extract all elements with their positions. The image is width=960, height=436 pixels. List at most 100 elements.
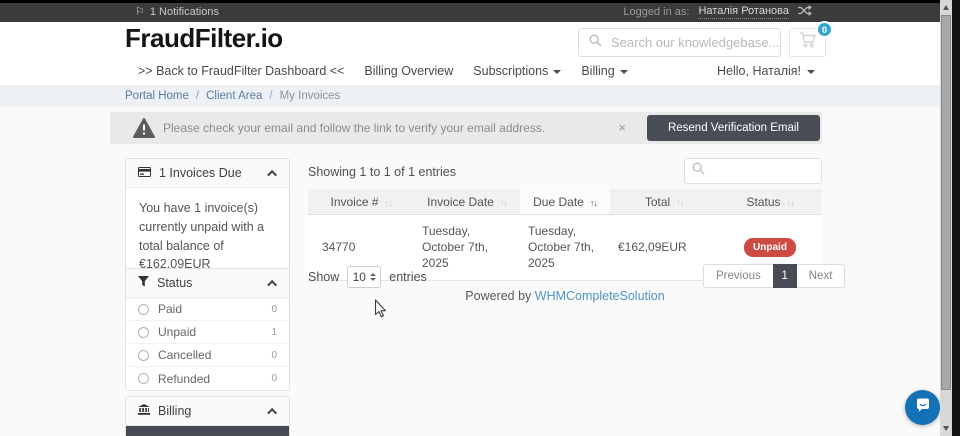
status-option-count: 0 bbox=[271, 304, 277, 315]
column-label: Due Date bbox=[533, 195, 584, 209]
main-nav: >> Back to FraudFilter Dashboard << Bill… bbox=[138, 64, 628, 78]
logged-in-user-link[interactable]: Наталія Ротанова bbox=[698, 5, 789, 19]
user-menu-label: Hello, Наталія! bbox=[717, 64, 801, 78]
show-label: Show bbox=[308, 270, 339, 284]
radio-icon[interactable] bbox=[138, 327, 149, 338]
sort-icon bbox=[676, 195, 683, 209]
column-label: Status bbox=[746, 195, 780, 209]
status-option-label: Refunded bbox=[158, 372, 210, 386]
vertical-scrollbar[interactable] bbox=[940, 0, 952, 436]
previous-page-button[interactable]: Previous bbox=[703, 264, 773, 288]
logged-in-as: Logged in as: Наталія Ротанова bbox=[623, 5, 812, 19]
page-size-value: 10 bbox=[353, 270, 366, 284]
credit-card-icon bbox=[138, 166, 151, 180]
window-edge bbox=[952, 0, 960, 436]
nav-billing[interactable]: Billing bbox=[581, 64, 627, 78]
column-header-status[interactable]: Status bbox=[718, 189, 822, 215]
billing-panel-header[interactable]: Billing bbox=[126, 397, 289, 426]
radio-icon[interactable] bbox=[138, 350, 149, 361]
status-option-paid[interactable]: Paid 0 bbox=[126, 298, 289, 321]
filter-icon bbox=[138, 276, 149, 290]
close-icon[interactable]: × bbox=[618, 112, 626, 143]
status-option-unpaid[interactable]: Unpaid 1 bbox=[126, 321, 289, 344]
nav-billing-overview-label: Billing Overview bbox=[364, 64, 453, 78]
status-option-label: Cancelled bbox=[158, 348, 211, 362]
status-filter-header[interactable]: Status bbox=[126, 269, 289, 298]
breadcrumb-client-area[interactable]: Client Area bbox=[206, 90, 262, 102]
cart-count-badge: 0 bbox=[816, 21, 833, 38]
breadcrumb-portal-home[interactable]: Portal Home bbox=[125, 90, 189, 102]
invoices-due-header[interactable]: 1 Invoices Due bbox=[126, 159, 289, 188]
powered-by-label: Powered by bbox=[465, 289, 531, 303]
table-search[interactable] bbox=[684, 158, 822, 184]
notifications-label: 1 Notifications bbox=[150, 6, 219, 18]
table-search-input[interactable] bbox=[711, 164, 814, 178]
status-filter-title: Status bbox=[157, 276, 192, 290]
chevron-down-icon bbox=[553, 70, 561, 74]
site-logo[interactable]: FraudFilter.io bbox=[125, 23, 283, 54]
status-option-refunded[interactable]: Refunded 0 bbox=[126, 367, 289, 390]
search-icon bbox=[589, 34, 602, 52]
invoices-table-header: Invoice # Invoice Date Due Date Total St… bbox=[308, 189, 822, 215]
select-arrows-icon bbox=[370, 273, 376, 281]
alert-message: Please check your email and follow the l… bbox=[163, 112, 545, 144]
warning-icon bbox=[133, 118, 155, 143]
chevron-down-icon bbox=[620, 70, 628, 74]
status-badge: Unpaid bbox=[744, 238, 796, 258]
nav-back-to-dashboard[interactable]: >> Back to FraudFilter Dashboard << bbox=[138, 64, 344, 78]
total-cell: €162,09EUR bbox=[610, 215, 718, 280]
logged-in-label: Logged in as: bbox=[623, 6, 689, 18]
next-page-button[interactable]: Next bbox=[797, 264, 846, 288]
switch-user-icon[interactable] bbox=[798, 5, 812, 19]
column-label: Invoice Date bbox=[427, 195, 494, 209]
pagination: Previous 1 Next bbox=[703, 264, 845, 288]
nav-billing-overview[interactable]: Billing Overview bbox=[364, 64, 453, 78]
sort-icon bbox=[500, 195, 507, 209]
breadcrumb-current: My Invoices bbox=[280, 90, 341, 102]
breadcrumb: Portal Home / Client Area / My Invoices bbox=[0, 85, 952, 107]
column-label: Total bbox=[645, 195, 670, 209]
status-option-count: 0 bbox=[271, 373, 277, 384]
notifications-link[interactable]: ⚐ 1 Notifications bbox=[135, 5, 219, 18]
top-notification-bar: ⚐ 1 Notifications Logged in as: Наталія … bbox=[0, 0, 952, 22]
billing-panel: Billing My Invoices bbox=[125, 396, 290, 436]
cart-icon bbox=[799, 32, 817, 53]
resend-verification-button[interactable]: Resend Verification Email bbox=[647, 115, 820, 141]
billing-panel-title: Billing bbox=[158, 404, 191, 418]
invoice-date-cell: Tuesday, October 7th, 2025 bbox=[414, 215, 520, 280]
radio-icon[interactable] bbox=[138, 373, 149, 384]
scroll-up-arrow-icon[interactable] bbox=[943, 5, 949, 10]
column-header-invoice-date[interactable]: Invoice Date bbox=[414, 189, 520, 215]
current-page-button[interactable]: 1 bbox=[773, 264, 797, 288]
sort-icon bbox=[385, 195, 392, 209]
status-option-cancelled[interactable]: Cancelled 0 bbox=[126, 344, 289, 367]
status-option-label: Paid bbox=[158, 302, 182, 316]
column-label: Invoice # bbox=[330, 195, 378, 209]
breadcrumb-separator: / bbox=[196, 90, 199, 102]
chevron-up-icon bbox=[267, 407, 277, 417]
knowledgebase-search[interactable] bbox=[578, 28, 781, 57]
status-option-count: 0 bbox=[271, 350, 277, 361]
column-header-due-date[interactable]: Due Date bbox=[520, 189, 610, 215]
page-size-select[interactable]: 10 bbox=[347, 266, 381, 288]
scrollbar-thumb[interactable] bbox=[941, 15, 951, 390]
status-option-count: 1 bbox=[271, 327, 277, 338]
chat-launcher-button[interactable] bbox=[905, 390, 940, 425]
mouse-cursor bbox=[374, 299, 388, 324]
search-input[interactable] bbox=[611, 35, 787, 50]
whmcs-link[interactable]: WHMCompleteSolution bbox=[535, 289, 665, 303]
bank-icon bbox=[138, 404, 150, 418]
cart-button[interactable]: 0 bbox=[789, 28, 826, 57]
user-menu[interactable]: Hello, Наталія! bbox=[717, 64, 815, 78]
entries-label: entries bbox=[389, 270, 427, 284]
radio-icon[interactable] bbox=[138, 304, 149, 315]
invoices-due-title: 1 Invoices Due bbox=[159, 166, 242, 180]
column-header-total[interactable]: Total bbox=[610, 189, 718, 215]
sidebar-item-my-invoices[interactable]: My Invoices bbox=[126, 426, 289, 436]
client-area-page: ⚐ 1 Notifications Logged in as: Наталія … bbox=[0, 0, 960, 436]
column-header-invoice-number[interactable]: Invoice # bbox=[308, 189, 414, 215]
status-filter-panel: Status Paid 0 Unpaid 1 Cancelled 0 Refun… bbox=[125, 268, 290, 391]
nav-subscriptions[interactable]: Subscriptions bbox=[473, 64, 561, 78]
scroll-down-arrow-icon[interactable] bbox=[943, 426, 949, 431]
entries-summary: Showing 1 to 1 of 1 entries bbox=[308, 165, 456, 179]
